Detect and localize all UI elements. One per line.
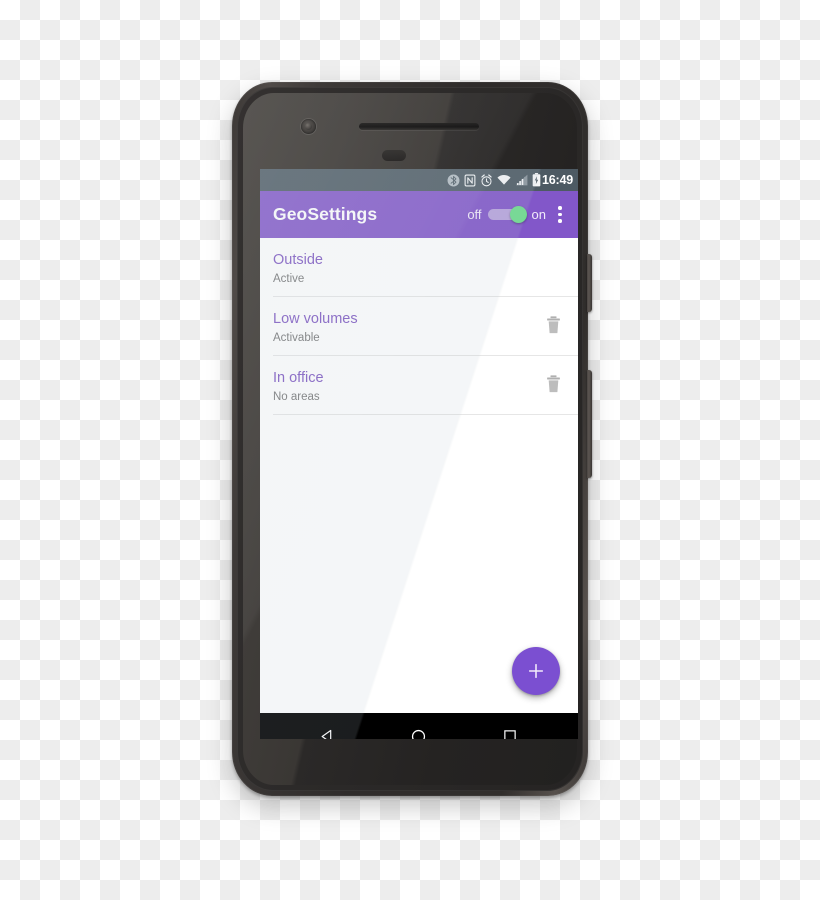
- list-item-subtitle: Active: [273, 273, 305, 285]
- list-item-subtitle: No areas: [273, 391, 320, 403]
- phone-screen: 16:49 GeoSettings off on Outside Active …: [260, 169, 578, 739]
- list-item-text: Low volumes Activable: [273, 310, 542, 345]
- switch-off-label: off: [467, 207, 482, 222]
- app-title: GeoSettings: [273, 204, 378, 224]
- trash-icon: [546, 375, 560, 393]
- phone-front-glass: 16:49 GeoSettings off on Outside Active …: [243, 93, 578, 785]
- plus-icon: [529, 664, 543, 678]
- overflow-dot-1: [558, 206, 562, 210]
- add-geofence-fab[interactable]: [512, 647, 560, 695]
- overflow-dot-2: [558, 212, 562, 217]
- list-item-text: In office No areas: [273, 369, 542, 404]
- list-divider: [273, 414, 578, 415]
- battery-icon: [532, 173, 541, 187]
- status-bar-clock: 16:49: [542, 173, 573, 187]
- status-bar-icons: [447, 173, 541, 187]
- overflow-dot-3: [558, 219, 562, 223]
- list-item-title: In office: [273, 370, 324, 386]
- trash-icon: [546, 316, 560, 334]
- earpiece-speaker-icon: [359, 123, 479, 130]
- cellular-signal-icon: [516, 174, 528, 186]
- list-item[interactable]: Low volumes Activable: [260, 297, 578, 356]
- volume-rocker[interactable]: [587, 370, 592, 478]
- list-item-title: Low volumes: [273, 311, 358, 327]
- switch-thumb[interactable]: [509, 206, 527, 223]
- master-toggle-switch[interactable]: [487, 206, 527, 223]
- back-triangle-icon: [321, 729, 332, 739]
- list-item[interactable]: Outside Active: [260, 238, 578, 297]
- delete-button[interactable]: [542, 371, 564, 397]
- overflow-menu-icon[interactable]: [549, 199, 571, 231]
- smartphone-device: 16:49 GeoSettings off on Outside Active …: [232, 82, 592, 796]
- home-circle-icon: [412, 729, 426, 739]
- list-item-title: Outside: [273, 252, 323, 268]
- status-bar: 16:49: [260, 169, 578, 191]
- list-item[interactable]: In office No areas: [260, 356, 578, 415]
- bluetooth-icon: [447, 174, 460, 186]
- alarm-icon: [481, 173, 492, 186]
- front-camera-icon: [301, 119, 316, 134]
- home-button[interactable]: [397, 714, 441, 739]
- proximity-sensor-icon: [382, 150, 406, 161]
- back-button[interactable]: [306, 714, 350, 739]
- switch-on-label: on: [531, 207, 546, 222]
- power-button[interactable]: [587, 254, 592, 312]
- nfc-icon: [464, 174, 476, 186]
- wifi-icon: [497, 174, 511, 185]
- app-bar: GeoSettings off on: [260, 191, 578, 238]
- recents-button[interactable]: [488, 714, 532, 739]
- delete-button[interactable]: [542, 312, 564, 338]
- phone-chassis: 16:49 GeoSettings off on Outside Active …: [237, 87, 583, 791]
- list-item-text: Outside Active: [273, 251, 564, 286]
- recents-square-icon: [504, 730, 517, 739]
- geofence-list: Outside Active Low volumes Activable In …: [260, 238, 578, 713]
- list-item-subtitle: Activable: [273, 332, 320, 344]
- android-navigation-bar: [260, 713, 578, 739]
